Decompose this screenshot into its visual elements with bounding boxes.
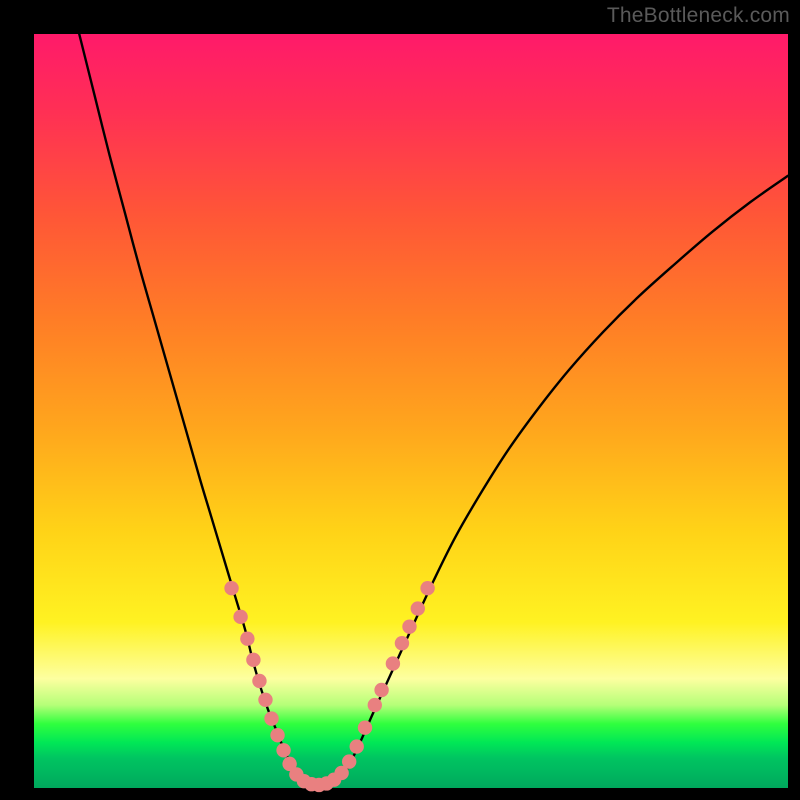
- marker-dot: [276, 743, 290, 757]
- marker-dot: [402, 619, 416, 633]
- marker-dot: [386, 656, 400, 670]
- marker-dot: [395, 636, 409, 650]
- marker-dot: [350, 739, 364, 753]
- marker-dot: [252, 674, 266, 688]
- marker-dot: [368, 698, 382, 712]
- marker-dot: [342, 754, 356, 768]
- marker-dot: [420, 581, 434, 595]
- bottleneck-curve: [79, 34, 788, 787]
- curve-markers: [224, 581, 434, 792]
- marker-dot: [264, 711, 278, 725]
- marker-dot: [411, 601, 425, 615]
- marker-dot: [246, 653, 260, 667]
- marker-dot: [374, 683, 388, 697]
- chart-frame: TheBottleneck.com: [0, 0, 800, 800]
- plot-area: [34, 34, 788, 788]
- watermark-text: TheBottleneck.com: [607, 4, 790, 28]
- marker-dot: [233, 610, 247, 624]
- marker-dot: [270, 728, 284, 742]
- marker-dot: [240, 632, 254, 646]
- marker-dot: [224, 581, 238, 595]
- marker-dot: [258, 693, 272, 707]
- curve-svg: [34, 34, 788, 788]
- marker-dot: [358, 720, 372, 734]
